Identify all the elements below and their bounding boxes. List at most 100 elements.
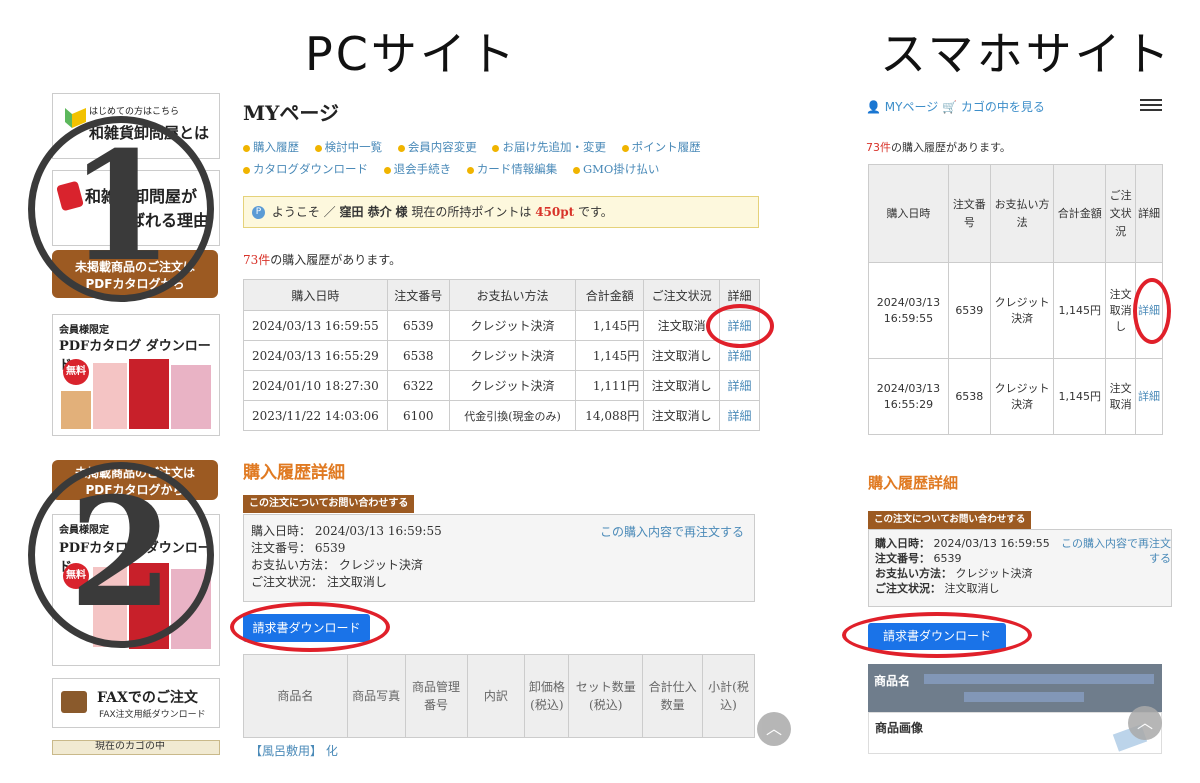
fax-main-text: FAXでのご注文	[97, 690, 198, 706]
pc-inquiry-button[interactable]: この注文についてお問い合わせする	[243, 495, 415, 513]
user-icon: 👤	[866, 100, 881, 114]
catalog-thumb-4	[61, 391, 91, 429]
cell-order-no: 6100	[386, 400, 450, 431]
sp-order-detail-box: 購入日時： 2024/03/13 16:59:55 注文番号： 6539 お支払…	[868, 529, 1172, 607]
pc-scroll-top-button[interactable]: ︿	[757, 712, 791, 746]
sp-mypage-link[interactable]: MYページ	[885, 100, 938, 114]
sp-detail-link[interactable]: 詳細	[1135, 358, 1163, 435]
th-item-breakdown: 内訳	[466, 654, 526, 738]
sp-th-date: 購入日時	[868, 164, 949, 263]
sp-cart-link[interactable]: カゴの中を見る	[961, 100, 1045, 114]
th-item-subtotal: 小計(税込)	[702, 654, 755, 738]
detail-link[interactable]: 詳細	[719, 400, 760, 431]
nav-label: 退会手続き	[393, 162, 452, 176]
th-item-set-qty: セット数量(税込)	[568, 654, 644, 738]
points-text: 現在の所持ポイントは	[411, 205, 532, 219]
sp-cell-total: 1,145円	[1053, 358, 1107, 435]
nav-wishlist[interactable]: 検討中一覧	[314, 140, 382, 154]
sp-cell-date: 2024/03/13 16:55:29	[868, 358, 949, 435]
sp-inquiry-button[interactable]: この注文についてお問い合わせする	[868, 511, 1032, 529]
value: 6539	[933, 552, 962, 565]
nav-catalog-download[interactable]: カタログダウンロード	[243, 162, 368, 176]
cell-date: 2024/03/13 16:59:55	[243, 310, 388, 341]
bullet-icon	[397, 144, 405, 152]
sp-cell-total: 1,145円	[1053, 262, 1107, 359]
cell-date: 2024/01/10 18:27:30	[243, 370, 388, 401]
nav-address[interactable]: お届け先追加・変更	[492, 140, 606, 154]
nav-label: お届け先追加・変更	[502, 140, 606, 154]
label: 注文番号：	[875, 552, 930, 565]
cell-payment: クレジット決済	[448, 310, 577, 341]
hamburger-menu-icon[interactable]	[1140, 99, 1162, 111]
label: 注文番号：	[251, 541, 312, 555]
sp-cell-date: 2024/03/13 16:59:55	[868, 262, 949, 359]
fax-order-banner[interactable]: FAXでのご注文 FAX注文用紙ダウンロード	[52, 678, 220, 728]
bullet-icon	[243, 144, 250, 152]
nav-card-edit[interactable]: カード情報編集	[466, 162, 557, 176]
bullet-icon	[572, 166, 580, 174]
th-item-photo: 商品写真	[346, 654, 406, 738]
mypage-nav-row1: 購入履歴 検討中一覧 会員内容変更 お届け先追加・変更 ポイント履歴	[243, 139, 713, 155]
sp-scroll-top-button[interactable]: ︿	[1128, 706, 1162, 740]
nav-points[interactable]: ポイント履歴	[621, 140, 701, 154]
free-badge: 無料	[63, 359, 89, 385]
pc-reorder-link[interactable]: この購入内容で再注文する	[600, 523, 744, 540]
label: 購入日時：	[875, 537, 930, 550]
history-count-suffix: の購入履歴があります。	[270, 253, 402, 267]
sp-th-total: 合計金額	[1053, 164, 1107, 263]
cell-order-no: 6538	[386, 340, 450, 371]
nav-label: ポイント履歴	[631, 140, 701, 154]
nav-purchase-history[interactable]: 購入履歴	[243, 140, 299, 154]
value: クレジット決済	[955, 567, 1033, 580]
sp-reorder-link[interactable]: この購入内容で再注文する	[1059, 536, 1171, 566]
pc-order-detail-box: 購入日時： 2024/03/13 16:59:55 注文番号： 6539 お支払…	[243, 514, 755, 602]
sp-history-count-suffix: の購入履歴があります。	[891, 141, 1011, 154]
th-total: 合計金額	[575, 279, 645, 311]
th-status: ご注文状況	[643, 279, 721, 311]
value: 注文取消し	[944, 582, 1000, 595]
value: 2024/03/13 16:59:55	[314, 524, 442, 538]
label: ご注文状況：	[875, 582, 941, 595]
cell-payment: クレジット決済	[448, 370, 577, 401]
sp-th-payment: お支払い方法	[989, 164, 1055, 263]
cell-total: 1,145円	[575, 310, 645, 341]
catalog-thumb-3	[171, 365, 211, 429]
cell-order-no: 6322	[386, 370, 450, 401]
nav-withdraw[interactable]: 退会手続き	[383, 162, 452, 176]
sp-cell-status: 注文取消	[1105, 358, 1137, 435]
highlight-ring-sp-download	[842, 612, 1032, 658]
nav-member-edit[interactable]: 会員内容変更	[397, 140, 477, 154]
beginner-small-text: はじめての方はこちら	[89, 107, 180, 117]
cell-date: 2024/03/13 16:55:29	[243, 340, 388, 371]
detail-link[interactable]: 詳細	[719, 370, 760, 401]
label: お支払い方法：	[875, 567, 952, 580]
th-item-code: 商品管理番号	[404, 654, 468, 738]
nav-gmo[interactable]: GMO掛け払い	[572, 162, 659, 176]
sp-order-info: 購入日時： 2024/03/13 16:59:55 注文番号： 6539 お支払…	[875, 536, 1050, 596]
bullet-icon	[621, 144, 629, 152]
points-value: 450pt	[535, 205, 575, 219]
nav-label: 会員内容変更	[407, 140, 477, 154]
sp-item-name-label: 商品名	[874, 674, 911, 688]
table-header-row: 購入日時 注文番号 お支払い方法 合計金額 ご注文状況 詳細	[243, 279, 760, 311]
value: 6539	[314, 541, 346, 555]
cell-payment: 代金引換(現金のみ)	[448, 400, 577, 431]
pc-first-item-link[interactable]: 【風呂敷用】 化	[250, 742, 338, 759]
th-date: 購入日時	[243, 279, 388, 311]
th-payment: お支払い方法	[448, 279, 577, 311]
fax-machine-icon	[61, 691, 87, 713]
sp-table-row: 2024/03/13 16:55:29 6538 クレジット決済 1,145円 …	[868, 358, 1163, 435]
history-count-line: 73件の購入履歴があります。	[243, 251, 401, 268]
table-row: 2023/11/22 14:03:06 6100 代金引換(現金のみ) 14,0…	[243, 400, 760, 431]
purchase-history-table: 購入日時 注文番号 お支払い方法 合計金額 ご注文状況 詳細 2024/03/1…	[243, 279, 760, 431]
mypage-title: MYページ	[243, 101, 340, 125]
cart-banner[interactable]: 現在のカゴの中	[52, 740, 220, 755]
pdf-catalog-banner[interactable]: 会員様限定 PDFカタログ ダウンロード 無料	[52, 314, 220, 436]
sp-item-name-blur	[924, 674, 1154, 684]
pc-order-info: 購入日時： 2024/03/13 16:59:55 注文番号： 6539 お支払…	[251, 523, 442, 591]
sp-cell-status: 注文取消し	[1105, 262, 1137, 359]
chevron-up-icon: ︿	[1136, 713, 1153, 732]
cell-date: 2023/11/22 14:03:06	[243, 400, 388, 431]
bullet-icon	[383, 166, 391, 174]
history-count: 73件	[243, 253, 271, 267]
